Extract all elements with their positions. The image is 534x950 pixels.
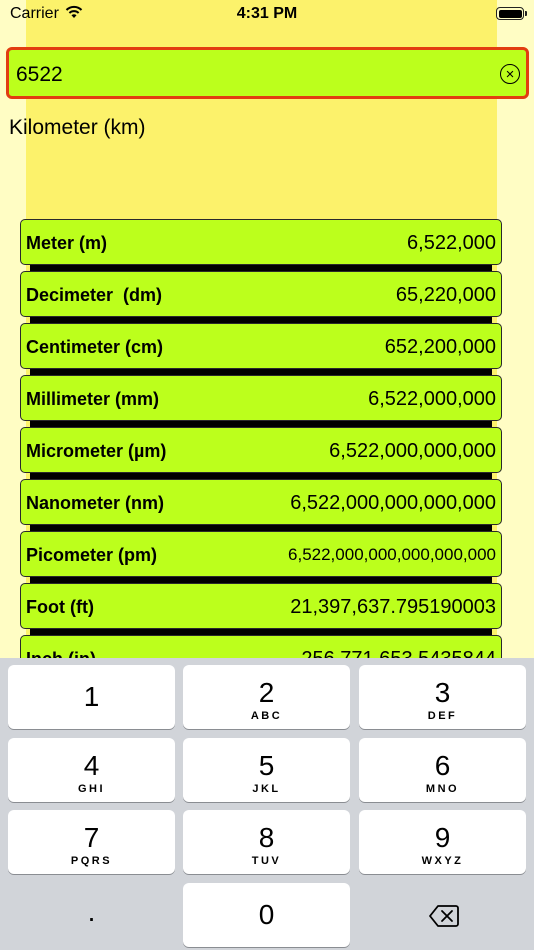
result-card: Meter (m) 6,522,000 — [20, 219, 502, 265]
result-card: Centimeter (cm) 652,200,000 — [20, 323, 502, 369]
delete-key[interactable] — [359, 883, 526, 947]
result-unit-name: Decimeter (dm) — [26, 285, 163, 305]
result-card: Inch (in) 256,771,653.5435844 — [20, 635, 502, 658]
status-time: 4:31 PM — [236, 5, 298, 22]
source-unit-label: Kilometer (km) — [9, 116, 146, 139]
key-digit: 0 — [258, 899, 275, 930]
key-3[interactable]: 3 DEF — [359, 665, 526, 729]
value-input[interactable]: 6522 × — [6, 47, 529, 99]
key-digit: 9 — [434, 822, 451, 853]
key-letters: GHI — [77, 783, 106, 795]
result-unit-name: Meter (m) — [26, 233, 108, 253]
numeric-keypad: 1 2 ABC 3 DEF 4 GHI 5 JKL 6 MNO 7 PQRS 8… — [0, 658, 534, 950]
result-row: Millimeter (mm) 6,522,000,000 — [20, 375, 502, 427]
key-digit: 6 — [434, 750, 451, 781]
result-card: Picometer (pm) 6,522,000,000,000,000,000 — [20, 531, 502, 577]
key-digit: 3 — [434, 677, 451, 708]
result-value: 6,522,000,000,000 — [329, 440, 496, 462]
result-unit-name: Micrometer (µm) — [26, 441, 167, 461]
key-digit: . — [87, 896, 96, 927]
battery-tip — [525, 11, 527, 16]
key-digit: 5 — [258, 750, 275, 781]
key-4[interactable]: 4 GHI — [8, 738, 175, 802]
key-digit: 4 — [83, 750, 100, 781]
key-letters: ABC — [250, 710, 283, 722]
status-bar: Carrier 4:31 PM — [0, 0, 534, 28]
results-list[interactable]: Meter (m) 6,522,000 Decimeter (dm) 65,22… — [20, 219, 502, 658]
result-row: Foot (ft) 21,397,637.795190003 — [20, 583, 502, 635]
result-value: 6,522,000,000,000,000,000 — [288, 545, 496, 564]
key-letters: TUV — [251, 855, 282, 867]
key-letters: JKL — [252, 783, 281, 795]
result-unit-name: Foot (ft) — [26, 597, 94, 617]
result-unit-name: Picometer (pm) — [26, 545, 158, 565]
input-value: 6522 — [16, 63, 63, 86]
result-row: Inch (in) 256,771,653.5435844 — [20, 635, 502, 658]
key-2[interactable]: 2 ABC — [183, 665, 350, 729]
result-value: 256,771,653.5435844 — [301, 648, 496, 658]
key-digit: 8 — [258, 822, 275, 853]
key-6[interactable]: 6 MNO — [359, 738, 526, 802]
key-digit: 2 — [258, 677, 275, 708]
key-7[interactable]: 7 PQRS — [8, 810, 175, 874]
result-row: Micrometer (µm) 6,522,000,000,000 — [20, 427, 502, 479]
result-value: 6,522,000 — [407, 232, 496, 254]
key-8[interactable]: 8 TUV — [183, 810, 350, 874]
result-row: Meter (m) 6,522,000 — [20, 219, 502, 271]
key-letters: MNO — [425, 783, 460, 795]
result-value: 6,522,000,000 — [368, 388, 496, 410]
key-digit: 1 — [83, 681, 100, 712]
battery-icon — [496, 7, 524, 20]
key-letters: WXYZ — [421, 855, 464, 867]
result-row: Decimeter (dm) 65,220,000 — [20, 271, 502, 323]
key-letters: PQRS — [70, 855, 113, 867]
result-value: 652,200,000 — [384, 336, 496, 358]
result-card: Foot (ft) 21,397,637.795190003 — [20, 583, 502, 629]
key-letters: DEF — [427, 710, 458, 722]
result-unit-name: Millimeter (mm) — [26, 389, 160, 409]
result-row: Nanometer (nm) 6,522,000,000,000,000 — [20, 479, 502, 531]
key-digit: 7 — [83, 822, 100, 853]
result-unit-name: Inch (in) — [26, 649, 96, 658]
result-card: Micrometer (µm) 6,522,000,000,000 — [20, 427, 502, 473]
key-decimal[interactable]: . — [8, 883, 175, 947]
result-unit-name: Centimeter (cm) — [26, 337, 164, 357]
result-row: Picometer (pm) 6,522,000,000,000,000,000 — [20, 531, 502, 583]
result-unit-name: Nanometer (nm) — [26, 493, 165, 513]
result-row: Centimeter (cm) 652,200,000 — [20, 323, 502, 375]
result-card: Millimeter (mm) 6,522,000,000 — [20, 375, 502, 421]
result-value: 65,220,000 — [395, 284, 496, 306]
key-1[interactable]: 1 — [8, 665, 175, 729]
result-card: Nanometer (nm) 6,522,000,000,000,000 — [20, 479, 502, 525]
result-value: 21,397,637.795190003 — [290, 596, 496, 618]
result-card: Decimeter (dm) 65,220,000 — [20, 271, 502, 317]
clear-icon[interactable]: × — [500, 64, 520, 84]
result-value: 6,522,000,000,000,000 — [290, 492, 496, 514]
key-5[interactable]: 5 JKL — [183, 738, 350, 802]
key-9[interactable]: 9 WXYZ — [359, 810, 526, 874]
backspace-icon — [429, 905, 459, 927]
key-0[interactable]: 0 — [183, 883, 350, 947]
